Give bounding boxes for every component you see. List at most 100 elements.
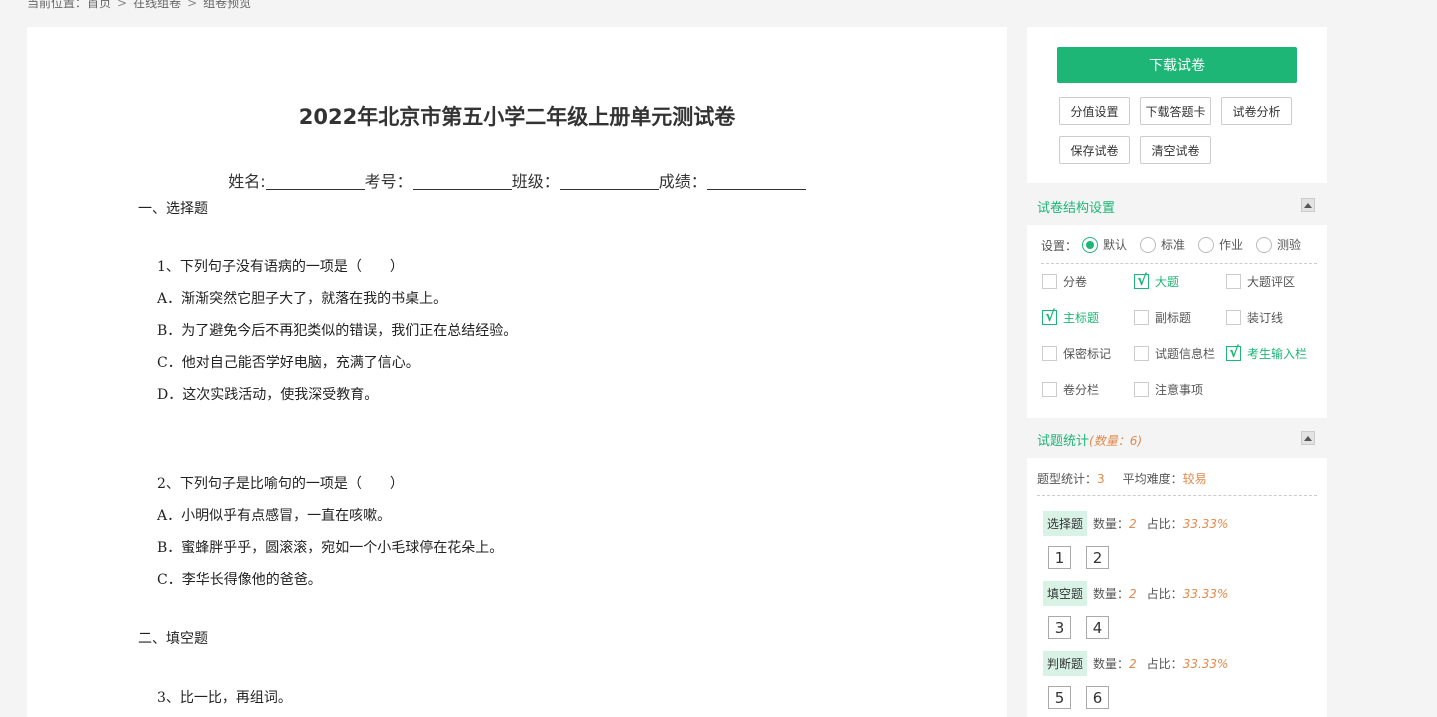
question-number-button[interactable]: 3 [1048,616,1071,639]
breadcrumb-current: 组卷预览 [203,0,252,10]
checkbox-label: 大题评区 [1247,275,1296,289]
class-blank [559,173,659,190]
radio-label: 默认 [1103,238,1128,252]
collapse-stats-icon[interactable] [1301,431,1315,445]
breadcrumb-home[interactable]: 首页 [87,0,111,11]
breadcrumb: 当前位置：首页 > 在线组卷 > 组卷预览 [27,0,251,11]
count-label: 数量： [1093,657,1130,671]
radio-selected-icon [1082,236,1098,253]
paper-title: 2022年北京市第五小学二年级上册单元测试卷 [298,105,736,129]
checkbox-student-input[interactable]: 考生输入栏 [1226,343,1308,362]
question-number-button[interactable]: 2 [1086,546,1109,569]
checkbox-confidential-mark[interactable]: 保密标记 [1042,345,1111,362]
radio-label: 作业 [1219,238,1244,252]
checkbox-label: 注意事项 [1155,383,1204,397]
count-value: 2 [1129,586,1137,601]
class-label: 班级： [511,172,560,191]
checkbox-icon [1134,382,1149,397]
type-count-value: 3 [1097,472,1105,486]
checkbox-checked-icon [1042,307,1057,325]
checkbox-label: 装订线 [1247,311,1284,325]
stats-count: (数量：6) [1089,434,1143,448]
checkbox-label: 分卷 [1063,275,1088,289]
breadcrumb-separator: > [187,0,198,10]
score-settings-button[interactable]: 分值设置 [1059,97,1130,125]
checkbox-notes[interactable]: 注意事项 [1134,381,1203,398]
checkbox-label: 卷分栏 [1063,383,1100,397]
score-blank [706,173,806,190]
checkbox-major-question[interactable]: 大题 [1134,271,1180,290]
question-stem-3[interactable]: 3、比一比，再组词。 [157,687,292,707]
ratio-label: 占比： [1146,517,1183,531]
paper-analysis-button[interactable]: 试卷分析 [1221,97,1292,125]
checkbox-label: 大题 [1155,275,1180,289]
checkbox-label: 考生输入栏 [1247,347,1308,361]
download-paper-button[interactable]: 下载试卷 [1057,47,1297,83]
stats-title: 试题统计(数量：6) [1037,430,1142,449]
checkbox-split-paper[interactable]: 分卷 [1042,273,1087,290]
checkbox-icon [1134,346,1149,361]
checkbox-main-title[interactable]: 主标题 [1042,307,1100,326]
ratio-value: 33.33% [1182,656,1229,671]
question-stem-1[interactable]: 1、下列句子没有语病的一项是（ ） [157,256,404,276]
radio-icon [1256,236,1272,253]
stats-title-text: 试题统计 [1037,434,1090,449]
radio-label: 标准 [1161,238,1186,252]
checkbox-score-column[interactable]: 卷分栏 [1042,381,1099,398]
checkbox-binding-line[interactable]: 装订线 [1226,309,1283,326]
checkbox-icon [1226,310,1241,325]
student-info-row: 姓名: 考号： 班级： 成绩： [27,168,1007,192]
type-row-judge: 判断题 数量： 2 占比： 33.33% [1043,651,1228,676]
checkbox-icon [1226,274,1241,289]
radio-homework[interactable]: 作业 [1198,236,1243,253]
checkbox-major-scoring[interactable]: 大题评区 [1226,273,1295,290]
checkbox-label: 主标题 [1063,311,1100,325]
breadcrumb-online-compose[interactable]: 在线组卷 [133,0,181,11]
question-option: A．渐渐突然它胆子大了，就落在我的书桌上。 [157,291,448,307]
count-value: 2 [1129,656,1137,671]
stats-header: 试题统计(数量：6) [1027,418,1327,458]
ratio-value: 33.33% [1182,516,1229,531]
exam-number-blank [412,173,512,190]
download-answer-sheet-button[interactable]: 下载答题卡 [1140,97,1211,125]
checkbox-checked-icon [1134,271,1149,289]
name-blank [265,173,365,190]
radio-quiz[interactable]: 测验 [1256,236,1301,253]
radio-standard[interactable]: 标准 [1140,236,1185,253]
breadcrumb-separator: > [117,0,128,10]
structure-card: 设置： 默认 标准 作业 测验 分卷 大题 大题评区 主标题 副标题 装订线 保… [1027,225,1327,418]
checkbox-label: 试题信息栏 [1155,347,1216,361]
question-option: A．小明似乎有点感冒，一直在咳嗽。 [157,508,392,524]
difficulty-label: 平均难度： [1122,472,1183,486]
checkbox-label: 副标题 [1155,311,1192,325]
stats-summary: 题型统计：3 平均难度：较易 [1037,470,1317,496]
type-row-fill: 填空题 数量： 2 占比： 33.33% [1043,581,1228,606]
type-count-label: 题型统计： [1037,472,1098,486]
breadcrumb-prefix: 当前位置： [27,0,88,10]
section-heading-fill: 二、填空题 [138,631,208,647]
save-paper-button[interactable]: 保存试卷 [1059,136,1130,164]
structure-title: 试卷结构设置 [1037,201,1116,216]
section-heading-choice: 一、选择题 [138,201,208,217]
count-label: 数量： [1093,517,1130,531]
question-option: C．他对自己能否学好电脑，充满了信心。 [157,355,420,371]
question-number-button[interactable]: 5 [1048,686,1071,709]
radio-default[interactable]: 默认 [1082,236,1127,253]
checkbox-question-info[interactable]: 试题信息栏 [1134,345,1215,362]
score-label: 成绩： [658,172,707,191]
checkbox-icon [1042,346,1057,361]
name-label: 姓名: [228,172,266,191]
radio-label: 测验 [1277,238,1302,252]
clear-paper-button[interactable]: 清空试卷 [1140,136,1211,164]
checkbox-subtitle[interactable]: 副标题 [1134,309,1191,326]
checkbox-icon [1134,310,1149,325]
question-number-button[interactable]: 6 [1086,686,1109,709]
question-number-button[interactable]: 4 [1086,616,1109,639]
question-option: C．李华长得像他的爸爸。 [157,572,322,588]
type-tag: 填空题 [1043,581,1088,606]
question-stem-2[interactable]: 2、下列句子是比喻句的一项是（ ） [157,473,404,493]
question-number-button[interactable]: 1 [1048,546,1071,569]
checkbox-label: 保密标记 [1063,347,1112,361]
question-option: B．为了避免今后不再犯类似的错误，我们正在总结经验。 [157,323,518,339]
collapse-structure-icon[interactable] [1301,198,1315,212]
